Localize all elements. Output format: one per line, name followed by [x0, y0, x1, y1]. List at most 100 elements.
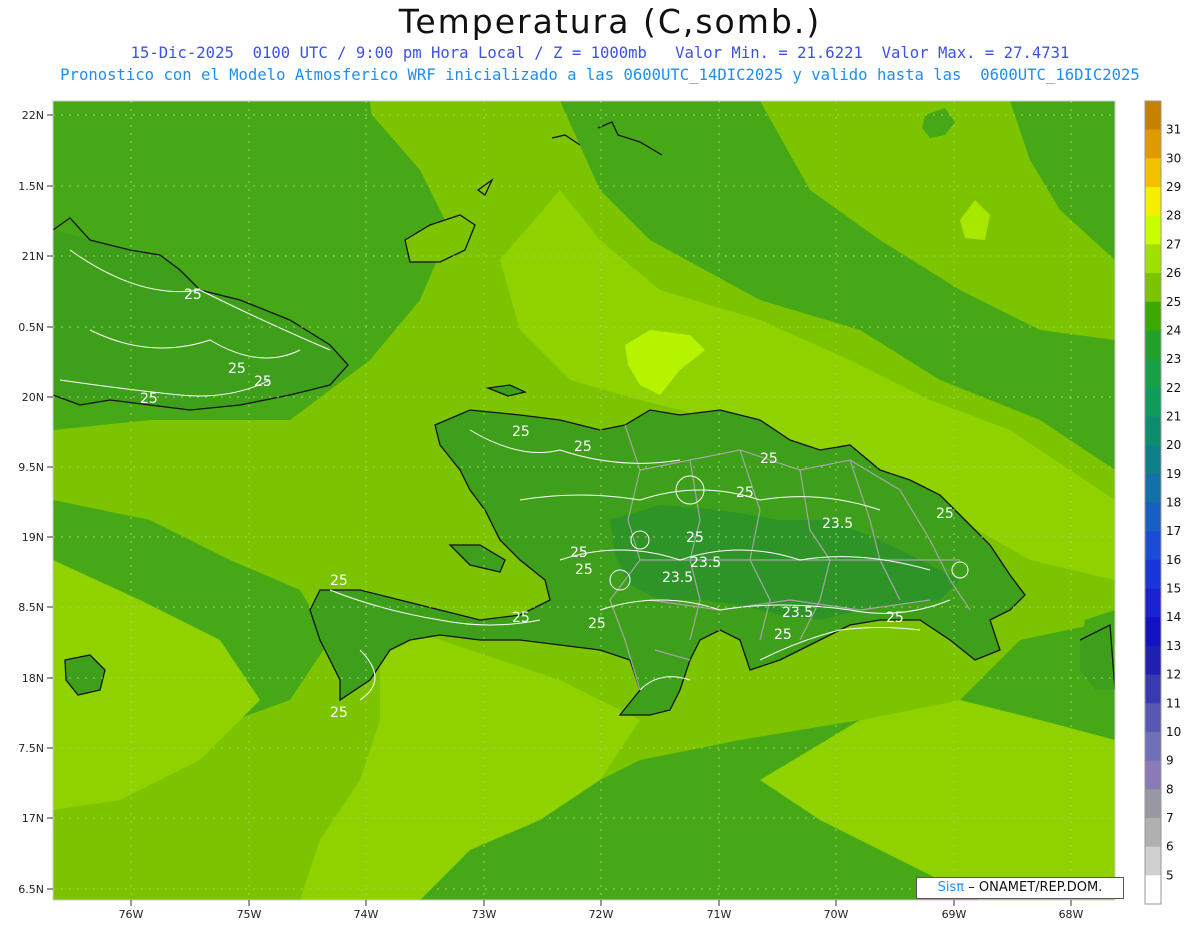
colorbar-swatch: [1145, 645, 1161, 676]
colorbar-swatch: [1145, 101, 1161, 131]
lon-tick-label: 76W: [119, 908, 144, 921]
colorbar-swatch: [1145, 875, 1161, 905]
colorbar-label: 30: [1166, 151, 1181, 165]
contour-label: 25: [936, 506, 954, 522]
colorbar-swatch: [1145, 760, 1161, 790]
colorbar-swatch: [1145, 502, 1161, 532]
colorbar-label: 25: [1166, 295, 1181, 309]
colorbar-swatch: [1145, 244, 1161, 274]
colorbar-swatch: [1145, 273, 1161, 303]
lon-tick-label: 68W: [1059, 908, 1084, 921]
colorbar-swatch: [1145, 588, 1161, 618]
lon-tick-label: 69W: [942, 908, 967, 921]
colorbar-label: 22: [1166, 381, 1181, 395]
colorbar-label: 6: [1166, 840, 1174, 854]
shaded-field: 25 25 25 25 25 25 25 25 25 25 25 25 25 2…: [53, 101, 1115, 900]
contour-label: 25: [588, 616, 606, 632]
colorbar-label: 5: [1166, 868, 1174, 882]
contour-label: 25: [570, 545, 588, 561]
colorbar-swatch: [1145, 129, 1161, 159]
colorbar-swatch: [1145, 416, 1161, 446]
lon-tick-label: 72W: [589, 908, 614, 921]
contour-label: 25: [512, 424, 530, 440]
lat-tick-label: 1.5N: [18, 180, 44, 193]
colorbar-swatch: [1145, 473, 1161, 503]
colorbar-label: 26: [1166, 266, 1181, 280]
lat-tick-label: 0.5N: [18, 321, 44, 334]
contour-label: 25: [512, 610, 530, 626]
colorbar-label: 19: [1166, 467, 1181, 481]
lat-tick-label: 18N: [22, 672, 44, 685]
colorbar-label: 7: [1166, 811, 1174, 825]
lon-tick-label: 74W: [354, 908, 379, 921]
colorbar-label: 21: [1166, 409, 1181, 423]
lon-tick-label: 75W: [237, 908, 262, 921]
lat-tick-label: 17N: [22, 812, 44, 825]
colorbar-label: 24: [1166, 323, 1181, 337]
colorbar-label: 23: [1166, 352, 1181, 366]
colorbar-swatch: [1145, 703, 1161, 733]
colorbar-label: 28: [1166, 209, 1181, 223]
colorbar-label: 15: [1166, 582, 1181, 596]
colorbar-swatch: [1145, 531, 1161, 561]
latitude-axis: 22N 1.5N 21N 0.5N 20N 9.5N 19N 8.5N 18N …: [18, 109, 53, 896]
credit-text: – ONAMET/REP.DOM.: [968, 880, 1103, 895]
contour-label: 23.5: [822, 516, 853, 532]
colorbar-label: 9: [1166, 754, 1174, 768]
colorbar-swatch: [1145, 215, 1161, 245]
contour-label: 25: [686, 530, 704, 546]
colorbar-label: 31: [1166, 123, 1181, 137]
lon-tick-label: 70W: [824, 908, 849, 921]
contour-label: 25: [736, 485, 754, 501]
contour-label: 25: [228, 361, 246, 377]
colorbar-swatch: [1145, 731, 1161, 762]
colorbar-label: 14: [1166, 610, 1181, 624]
colorbar-label: 13: [1166, 639, 1181, 653]
lat-tick-label: 20N: [22, 391, 44, 404]
lat-tick-label: 21N: [22, 250, 44, 263]
contour-label: 25: [330, 573, 348, 589]
colorbar-swatch: [1145, 387, 1161, 417]
colorbar-swatch: [1145, 817, 1161, 848]
lat-tick-label: 19N: [22, 531, 44, 544]
colorbar-label: 20: [1166, 438, 1181, 452]
brand-logo: Sisπ: [937, 880, 965, 895]
contour-label: 25: [574, 439, 592, 455]
lat-tick-label: 6.5N: [18, 883, 44, 896]
colorbar-label: 27: [1166, 237, 1181, 251]
colorbar-swatch: [1145, 445, 1161, 475]
colorbar-label: 12: [1166, 668, 1181, 682]
temperature-map: 25 25 25 25 25 25 25 25 25 25 25 25 25 2…: [18, 100, 1181, 921]
contour-label: 25: [575, 562, 593, 578]
credit-box: Sisπ – ONAMET/REP.DOM.: [916, 877, 1124, 899]
colorbar-swatch: [1145, 330, 1161, 360]
lon-tick-label: 73W: [472, 908, 497, 921]
longitude-axis: 76W 75W 74W 73W 72W 71W 70W 69W 68W: [119, 900, 1084, 921]
contour-label: 23.5: [690, 555, 721, 571]
colorbar-label: 16: [1166, 553, 1181, 567]
colorbar-label: 29: [1166, 180, 1181, 194]
colorbar-swatch: [1145, 617, 1161, 647]
colorbar-label: 10: [1166, 725, 1181, 739]
contour-label: 23.5: [662, 570, 693, 586]
colorbar-label: 17: [1166, 524, 1181, 538]
lat-tick-label: 7.5N: [18, 742, 44, 755]
contour-label: 25: [774, 627, 792, 643]
lat-tick-label: 22N: [22, 109, 44, 122]
colorbar-swatch: [1145, 359, 1161, 389]
contour-label: 25: [254, 374, 272, 390]
colorbar-swatch: [1145, 158, 1161, 188]
contour-label: 25: [184, 287, 202, 303]
colorbar-label: 11: [1166, 696, 1181, 710]
colorbar-swatch: [1145, 559, 1161, 590]
colorbar-swatch: [1145, 301, 1161, 331]
contour-label: 25: [760, 451, 778, 467]
contour-label: 25: [886, 610, 904, 626]
contour-label: 23.5: [782, 605, 813, 621]
contour-label: 25: [330, 705, 348, 721]
lon-tick-label: 71W: [707, 908, 732, 921]
colorbar-swatch: [1145, 789, 1161, 819]
contour-label: 25: [140, 391, 158, 407]
colorbar-label: 8: [1166, 782, 1174, 796]
colorbar-label: 18: [1166, 496, 1181, 510]
